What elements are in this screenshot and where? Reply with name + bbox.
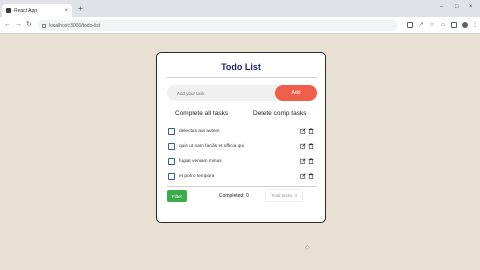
task-input-group: Add [167,85,317,101]
edit-icon[interactable] [300,128,306,134]
edit-icon[interactable] [300,173,306,179]
delete-completed-button[interactable]: Delete comp tasks [253,110,306,117]
info-icon [42,23,46,28]
total-tasks-count: Total tasks: 4 [265,189,303,202]
address-url: localhost:3000/todo-list [49,22,101,29]
sidebar-icon[interactable] [451,22,457,28]
maximize-button[interactable]: □ [455,4,459,10]
todo-item: quis ut nam facilis et officia qui [168,141,316,151]
screen-cast-icon[interactable] [407,22,413,28]
todo-checkbox[interactable] [168,142,175,150]
add-button[interactable]: Add [275,85,317,101]
browser-toolbar: ← → ↻ localhost:3000/todo-list ↗ ☆ ⌂ ⋮ [0,17,480,34]
share-icon[interactable]: ↗ [418,22,424,28]
todo-text: fugiat veniam minus [179,158,222,164]
page-title: Todo List [221,62,261,72]
address-bar[interactable]: localhost:3000/todo-list [38,20,398,31]
todo-checkbox[interactable] [168,127,175,135]
new-tab-button[interactable]: + [78,5,83,13]
back-arrow-icon[interactable]: ← [4,21,11,29]
todo-item: et porro tempora [168,171,316,181]
divider [167,186,317,187]
extensions-icon[interactable]: ⌂ [440,22,446,28]
todo-item: delectus aut autem [168,126,316,136]
edit-icon[interactable] [300,143,306,149]
todo-text: et porro tempora [179,173,215,179]
forward-arrow-icon[interactable]: → [15,21,22,29]
reload-icon[interactable]: ↻ [26,21,32,29]
menu-kebab-icon[interactable]: ⋮ [472,22,478,28]
todo-text: delectus aut autem [179,128,220,134]
browser-chrome: React App × + – □ × ← → ↻ localhost:3000… [0,0,480,34]
filter-button[interactable]: Filter [167,190,187,202]
task-input[interactable] [167,85,275,101]
trash-icon[interactable] [308,143,314,149]
mouse-cursor-icon: ◇ [305,245,310,251]
todo-card: Todo List Add Complete all tasks Delete … [156,52,326,223]
todo-text: quis ut nam facilis et officia qui [179,143,244,149]
tab-close-icon[interactable]: × [64,8,68,14]
divider [167,77,317,78]
bookmark-star-icon[interactable]: ☆ [429,22,435,28]
trash-icon[interactable] [308,158,314,164]
todo-item: fugiat veniam minus [168,156,316,166]
minimize-button[interactable]: – [440,4,443,10]
completed-count: Completed: 0 [219,193,249,199]
browser-tab[interactable]: React App × [2,4,72,17]
edit-icon[interactable] [300,158,306,164]
trash-icon[interactable] [308,173,314,179]
complete-all-button[interactable]: Complete all tasks [175,110,228,117]
todo-checkbox[interactable] [168,172,175,180]
todo-checkbox[interactable] [168,157,175,165]
profile-avatar-icon[interactable] [462,22,468,28]
trash-icon[interactable] [308,128,314,134]
tab-strip: React App × + – □ × [0,0,480,17]
close-window-button[interactable]: × [469,4,473,10]
tab-title: React App [14,7,38,14]
favicon-icon [6,8,11,13]
